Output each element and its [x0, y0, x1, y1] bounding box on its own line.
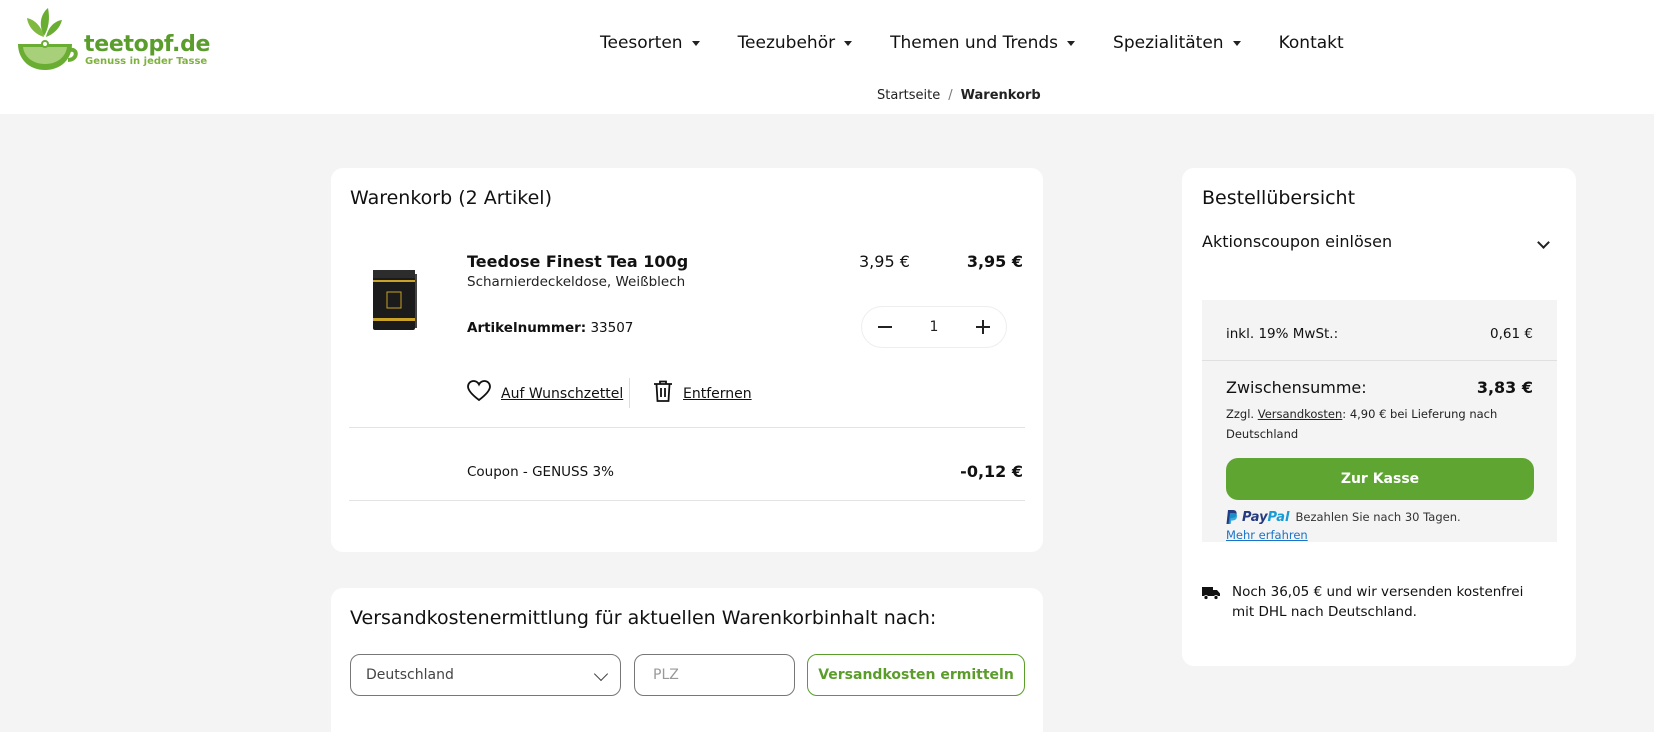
nav-item-spezialitaeten[interactable]: Spezialitäten: [1113, 33, 1241, 53]
logo-tagline: Genuss in jeder Tasse: [85, 56, 208, 67]
chevron-down-icon: [593, 666, 609, 682]
decrease-quantity-button[interactable]: [876, 318, 894, 336]
quantity-value[interactable]: 1: [930, 319, 939, 335]
caret-down-icon: [1232, 40, 1241, 46]
sku: Artikelnummer: 33507: [467, 320, 633, 336]
add-to-wishlist-button[interactable]: Auf Wunschzettel: [467, 380, 623, 402]
coupon-toggle[interactable]: Aktionscoupon einlösen: [1202, 232, 1554, 262]
breadcrumb-band: [0, 80, 1654, 114]
nav-label: Themen und Trends: [890, 33, 1059, 53]
breadcrumb-separator: /: [948, 88, 953, 103]
nav-item-teesorten[interactable]: Teesorten: [600, 33, 700, 53]
free-shipping-text: Noch 36,05 € und wir versenden kostenfre…: [1232, 584, 1524, 620]
cart-card: Warenkorb (2 Artikel) Teedose Finest Tea…: [331, 168, 1043, 552]
zip-input[interactable]: [634, 654, 795, 696]
chevron-down-icon: [1537, 236, 1550, 249]
unit-price: 3,95 €: [859, 252, 910, 271]
shipping-prefix: Zzgl.: [1226, 407, 1255, 421]
main-nav: Teesorten Teezubehör Themen und Trends S…: [600, 28, 1382, 58]
site-header: teetopf.de Genuss in jeder Tasse Teesort…: [0, 0, 1654, 80]
summary-title: Bestellübersicht: [1202, 187, 1356, 209]
divider: [349, 500, 1025, 501]
truck-icon: [1202, 587, 1220, 600]
divider: [349, 427, 1025, 428]
caret-down-icon: [691, 40, 700, 46]
coupon-toggle-label: Aktionscoupon einlösen: [1202, 232, 1393, 251]
subtotal-value: 3,83 €: [1476, 378, 1533, 397]
vat-value: 0,61 €: [1490, 326, 1533, 342]
vat-label: inkl. 19% MwSt.:: [1226, 326, 1339, 342]
shipping-costs-link[interactable]: Versandkosten: [1258, 407, 1343, 421]
nav-item-teezubehoer[interactable]: Teezubehör: [738, 33, 853, 53]
country-select-value: Deutschland: [366, 667, 454, 683]
paypal-icon: [1226, 510, 1238, 524]
paypal-word-pay: Pay: [1242, 509, 1268, 525]
product-name[interactable]: Teedose Finest Tea 100g: [467, 252, 688, 271]
heart-icon: [467, 380, 491, 402]
country-select[interactable]: Deutschland: [350, 654, 621, 696]
nav-label: Teesorten: [600, 33, 683, 53]
increase-quantity-button[interactable]: [974, 318, 992, 336]
trash-icon: [654, 380, 672, 402]
coupon-label: Coupon - GENUSS 3%: [467, 464, 614, 480]
line-total: 3,95 €: [966, 252, 1023, 271]
calculate-shipping-button[interactable]: Versandkosten ermitteln: [807, 654, 1025, 696]
nav-label: Teezubehör: [737, 33, 836, 53]
remove-label: Entfernen: [683, 386, 752, 402]
divider: [1202, 360, 1557, 361]
wishlist-label: Auf Wunschzettel: [501, 386, 624, 402]
teapot-leaf-icon: [18, 8, 78, 70]
shipping-note: Zzgl. Versandkosten: 4,90 € bei Lieferun…: [1226, 404, 1526, 444]
nav-label: Kontakt: [1278, 33, 1344, 53]
nav-item-kontakt[interactable]: Kontakt: [1279, 33, 1344, 53]
breadcrumb: Startseite / Warenkorb: [877, 88, 1041, 103]
paypal-info: PayPal Bezahlen Sie nach 30 Tagen.: [1226, 508, 1461, 526]
caret-down-icon: [844, 40, 853, 46]
shipping-calculator-card: Versandkostenermittlung für aktuellen Wa…: [331, 588, 1043, 732]
product-image[interactable]: [367, 264, 421, 334]
summary-panel: inkl. 19% MwSt.: 0,61 € Zwischensumme: 3…: [1202, 300, 1557, 542]
paypal-more-link[interactable]: Mehr erfahren: [1226, 528, 1308, 542]
cart-title: Warenkorb (2 Artikel): [350, 187, 552, 209]
order-summary-card: Bestellübersicht Aktionscoupon einlösen …: [1182, 168, 1576, 666]
checkout-button[interactable]: Zur Kasse: [1226, 458, 1534, 500]
breadcrumb-home[interactable]: Startseite: [877, 88, 940, 103]
coupon-value: -0,12 €: [960, 462, 1023, 481]
shipping-calc-title: Versandkostenermittlung für aktuellen Wa…: [350, 607, 937, 629]
sku-value: 33507: [590, 320, 634, 336]
logo-name: teetopf.de: [84, 32, 211, 57]
product-subtitle: Scharnierdeckeldose, Weißblech: [467, 274, 686, 290]
breadcrumb-current: Warenkorb: [960, 88, 1041, 103]
action-divider: [629, 378, 630, 408]
caret-down-icon: [1067, 40, 1076, 46]
paypal-word-pal: Pal: [1267, 509, 1290, 525]
sku-label: Artikelnummer:: [467, 320, 587, 336]
remove-item-button[interactable]: Entfernen: [653, 380, 752, 402]
nav-label: Spezialitäten: [1113, 33, 1224, 53]
quantity-stepper: 1: [861, 306, 1007, 348]
paypal-wordmark: PayPal: [1242, 510, 1289, 525]
nav-item-themen-und-trends[interactable]: Themen und Trends: [890, 33, 1076, 53]
paypal-text: Bezahlen Sie nach 30 Tagen.: [1295, 510, 1461, 524]
site-logo[interactable]: teetopf.de Genuss in jeder Tasse: [14, 6, 210, 76]
subtotal-label: Zwischensumme:: [1226, 378, 1367, 397]
